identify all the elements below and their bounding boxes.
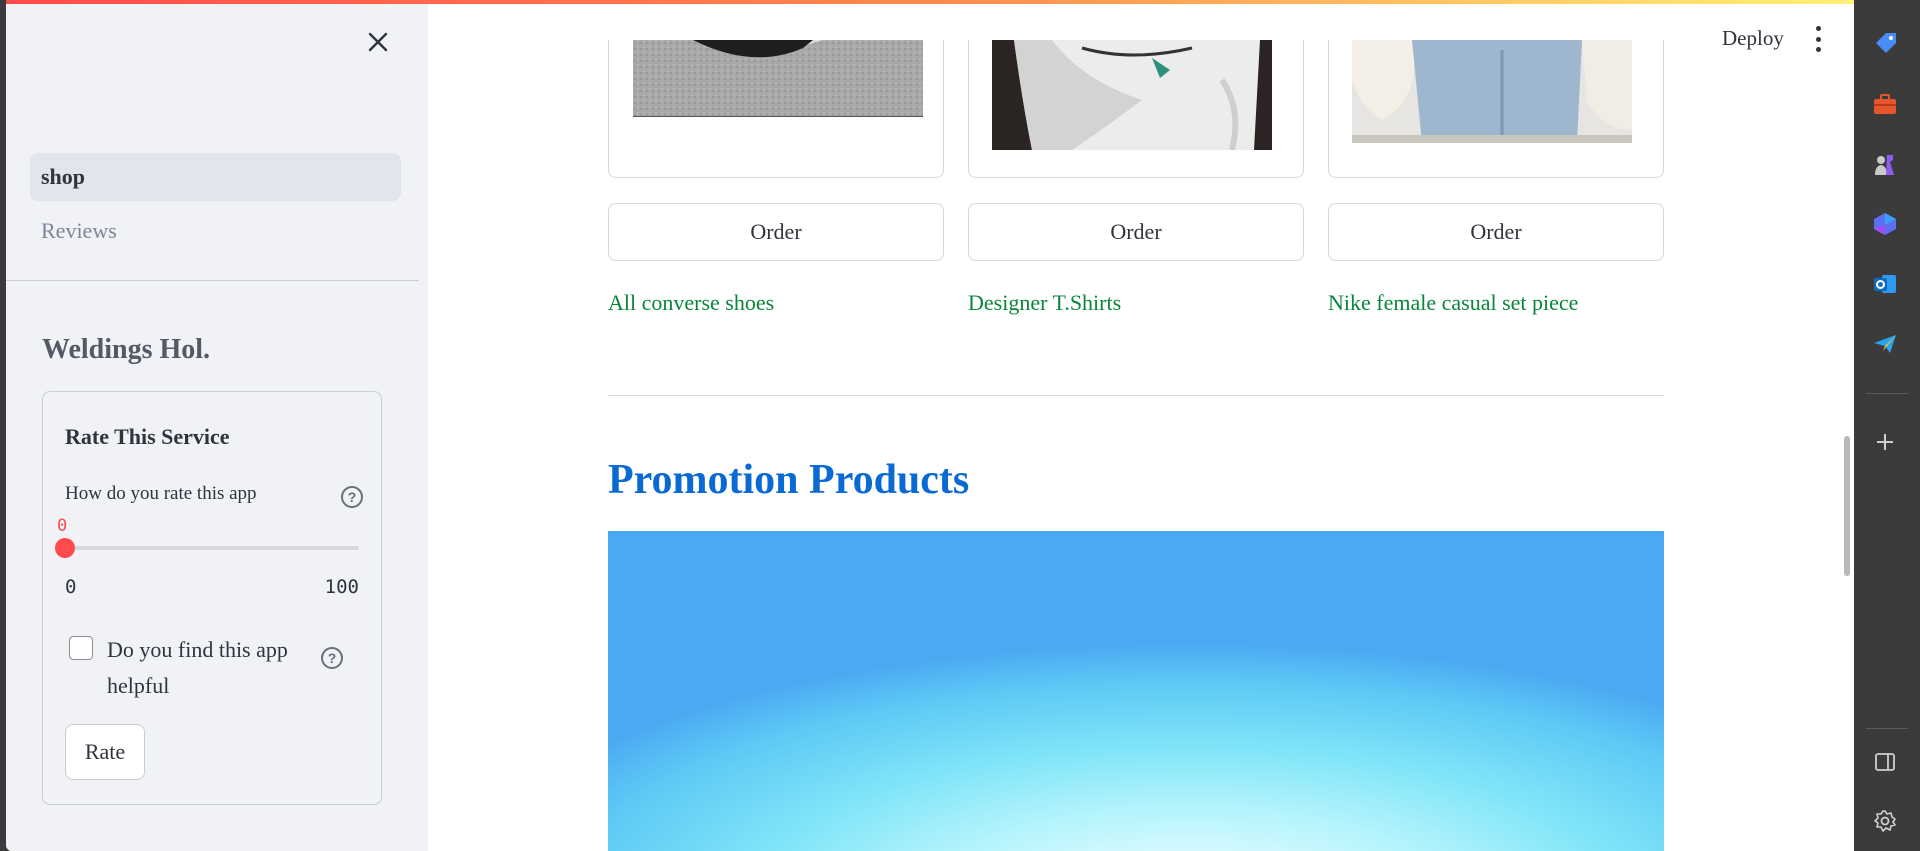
helpful-checkbox-label[interactable]: Do you find this app helpful (107, 632, 317, 704)
deploy-button[interactable]: Deploy (1722, 26, 1784, 51)
form-title: Rate This Service (65, 424, 230, 449)
product-name: All converse shoes (608, 290, 775, 315)
scrollbar-thumb[interactable] (1844, 436, 1850, 576)
settings-icon[interactable] (1871, 807, 1899, 835)
order-button[interactable]: Order (1328, 203, 1664, 261)
nav-item-label: shop (41, 164, 86, 189)
slider-min-label: 0 (65, 576, 77, 598)
sidebar-title: Weldings Hol. (42, 334, 211, 365)
chess-icon[interactable] (1871, 150, 1899, 178)
nav-item-shop[interactable]: shop (30, 153, 401, 201)
rail-divider (1866, 393, 1908, 394)
copilot-icon[interactable] (1871, 210, 1899, 238)
slider-label: How do you rate this app (65, 483, 257, 504)
product-image-tshirt (992, 40, 1272, 150)
rate-form: Rate This Service How do you rate this a… (42, 391, 382, 805)
section-divider (608, 395, 1664, 396)
sidebar-divider (6, 280, 419, 281)
nav-item-reviews[interactable]: Reviews (30, 207, 401, 255)
tag-icon[interactable] (1871, 30, 1899, 58)
product-card (608, 40, 944, 178)
sidebar: shop Reviews Weldings Hol. Rate This Ser… (6, 4, 428, 851)
nav-item-label: Reviews (41, 218, 117, 243)
briefcase-icon[interactable] (1871, 90, 1899, 118)
order-button[interactable]: Order (968, 203, 1304, 261)
close-sidebar-button[interactable] (362, 26, 394, 58)
app-window: shop Reviews Weldings Hol. Rate This Ser… (6, 0, 1854, 851)
split-screen-icon[interactable] (1871, 748, 1899, 776)
section-title: Promotion Products (608, 457, 970, 503)
rate-button[interactable]: Rate (65, 724, 145, 780)
rail-divider (1866, 728, 1908, 729)
close-icon (368, 32, 388, 52)
send-icon[interactable] (1871, 330, 1899, 358)
slider-current-value: 0 (57, 516, 68, 536)
rating-slider-track[interactable] (55, 538, 359, 558)
help-icon[interactable]: ? (321, 647, 343, 669)
help-icon[interactable]: ? (341, 486, 363, 508)
more-menu-icon[interactable] (1814, 26, 1822, 52)
outlook-icon[interactable] (1871, 270, 1899, 298)
promotion-banner-image (608, 531, 1664, 851)
product-name: Nike female casual set piece (1328, 290, 1579, 315)
slider-max-label: 100 (324, 576, 359, 598)
product-name: Designer T.Shirts (968, 290, 1122, 315)
product-image-casual-set (1352, 40, 1632, 143)
rating-slider-thumb[interactable] (55, 538, 75, 558)
browser-sidebar (1854, 0, 1920, 851)
helpful-checkbox[interactable] (69, 636, 93, 660)
product-card (1328, 40, 1664, 178)
product-image-shoes (633, 40, 923, 117)
plus-icon[interactable] (1871, 428, 1899, 456)
product-card (968, 40, 1304, 178)
order-button[interactable]: Order (608, 203, 944, 261)
